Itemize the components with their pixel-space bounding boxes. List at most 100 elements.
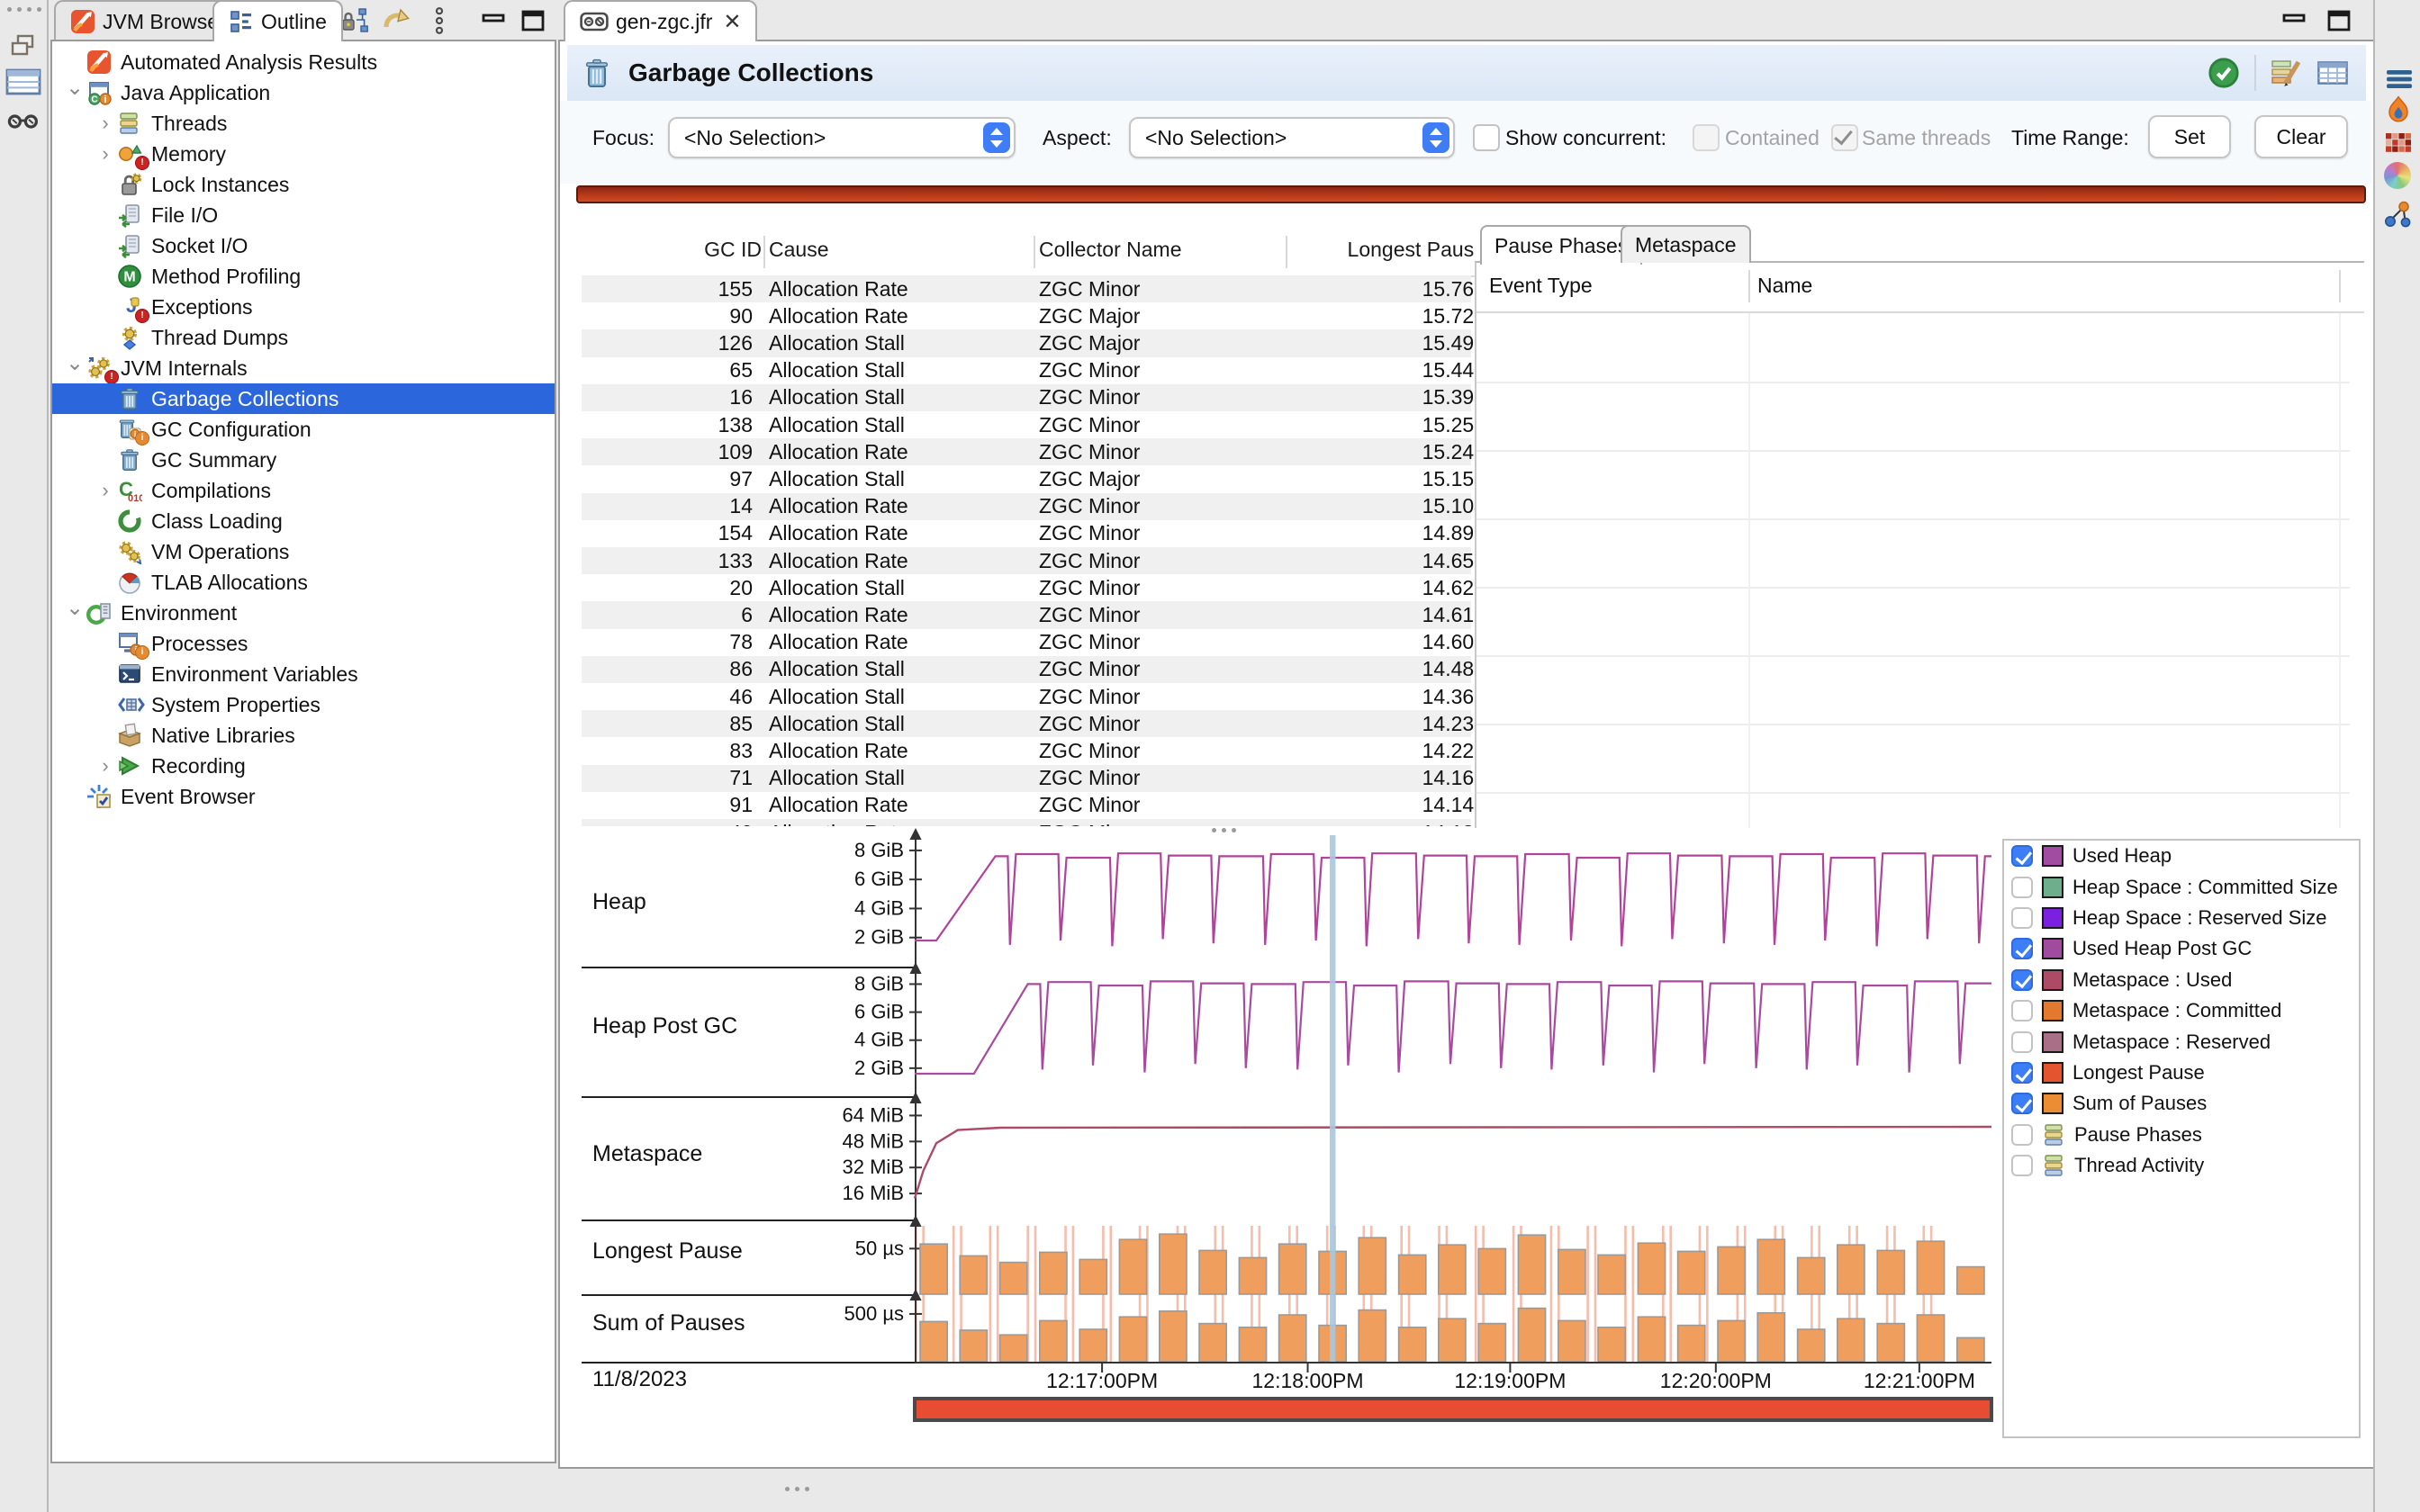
- set-button[interactable]: Set: [2148, 115, 2231, 158]
- tree-item-recording[interactable]: ›Recording: [52, 751, 555, 781]
- bottom-splitter-handle[interactable]: [785, 1487, 809, 1491]
- gc-table-row[interactable]: 86Allocation StallZGC Minor14.482: [582, 656, 1471, 683]
- color-wheel-icon[interactable]: [2384, 162, 2411, 189]
- show-concurrent-checkbox[interactable]: [1473, 124, 1500, 151]
- gc-table-row[interactable]: 20Allocation StallZGC Minor14.620: [582, 574, 1471, 601]
- tree-item-environment[interactable]: ⌄Environment: [52, 598, 555, 628]
- table-settings-icon[interactable]: [2317, 61, 2348, 85]
- tree-item-environment-variables[interactable]: Environment Variables: [52, 659, 555, 689]
- tree-item-class-loading[interactable]: Class Loading: [52, 506, 555, 536]
- tree-item-lock-instances[interactable]: Lock Instances: [52, 169, 555, 200]
- tree-item-processes[interactable]: iiProcesses: [52, 628, 555, 659]
- gc-table-row[interactable]: 85Allocation StallZGC Minor14.239: [582, 710, 1471, 737]
- rules-edit-icon[interactable]: [2271, 58, 2303, 87]
- collapse-arrow-icon[interactable]: [380, 5, 412, 36]
- time-range-slider[interactable]: [576, 185, 2366, 203]
- gc-table-row[interactable]: 97Allocation StallZGC Major15.156: [582, 465, 1471, 492]
- minimize-editor-icon[interactable]: [2278, 5, 2310, 36]
- gc-table-header[interactable]: GC ID Cause Collector Name Longest Pause: [582, 229, 1475, 277]
- clear-button[interactable]: Clear: [2254, 115, 2348, 158]
- legend-checkbox[interactable]: [2011, 1000, 2033, 1022]
- chevron-closed-icon[interactable]: ›: [94, 142, 117, 166]
- heatmap-icon[interactable]: [2386, 133, 2411, 153]
- menu-lines-icon[interactable]: [2386, 68, 2413, 90]
- chevron-open-icon[interactable]: ⌄: [63, 595, 86, 621]
- gc-table-row[interactable]: 78Allocation RateZGC Minor14.608: [582, 629, 1471, 656]
- flight-recording-glasses-icon[interactable]: [7, 112, 40, 131]
- tree-item-tlab-allocations[interactable]: TLAB Allocations: [52, 567, 555, 598]
- chevron-open-icon[interactable]: ⌄: [63, 350, 86, 376]
- chevron-closed-icon[interactable]: ›: [94, 754, 117, 778]
- gc-table-row[interactable]: 6Allocation RateZGC Minor14.617: [582, 601, 1471, 628]
- gc-table-row[interactable]: 155Allocation RateZGC Minor15.766: [582, 275, 1471, 302]
- chevron-closed-icon[interactable]: ›: [94, 479, 117, 502]
- gc-table-row[interactable]: 40Allocation RateZGC Minor14.132: [582, 819, 1471, 826]
- col-gc-id[interactable]: GC ID: [704, 238, 762, 262]
- chevron-closed-icon[interactable]: ›: [94, 112, 117, 135]
- gc-table-row[interactable]: 71Allocation StallZGC Minor14.161: [582, 765, 1471, 792]
- tree-item-socket-i-o[interactable]: Socket I/O: [52, 230, 555, 261]
- minimize-view-icon[interactable]: [477, 5, 510, 36]
- legend-checkbox[interactable]: [2011, 1062, 2033, 1084]
- gc-table-row[interactable]: 154Allocation RateZGC Minor14.890: [582, 520, 1471, 547]
- tab-pause-phases[interactable]: Pause Phases: [1480, 225, 1642, 265]
- col-name[interactable]: Name: [1757, 274, 1812, 298]
- legend-checkbox[interactable]: [2011, 1155, 2033, 1176]
- gc-table-row[interactable]: 91Allocation RateZGC Minor14.147: [582, 792, 1471, 819]
- view-menu-kebab-icon[interactable]: [423, 5, 456, 36]
- legend-checkbox[interactable]: [2011, 845, 2033, 867]
- tree-item-vm-operations[interactable]: VM Operations: [52, 536, 555, 567]
- editor-tab-gen-zgc[interactable]: gen-zgc.jfr ✕: [564, 0, 757, 41]
- aspect-select[interactable]: <No Selection>: [1129, 117, 1455, 158]
- gc-table-row[interactable]: 126Allocation StallZGC Major15.491: [582, 329, 1471, 356]
- gc-table-row[interactable]: 109Allocation RateZGC Minor15.240: [582, 438, 1471, 465]
- close-tab-icon[interactable]: ✕: [723, 9, 741, 35]
- tree-item-method-profiling[interactable]: MMethod Profiling: [52, 261, 555, 292]
- pause-phases-header[interactable]: Event Type Name: [1476, 263, 2364, 313]
- focus-select[interactable]: <No Selection>: [668, 117, 1016, 158]
- legend-checkbox[interactable]: [2011, 1031, 2033, 1053]
- chevron-open-icon[interactable]: ⌄: [63, 75, 86, 101]
- gc-table-row[interactable]: 90Allocation RateZGC Major15.726: [582, 302, 1471, 329]
- tree-item-garbage-collections[interactable]: Garbage Collections: [52, 383, 555, 414]
- gc-table-row[interactable]: 16Allocation StallZGC Minor15.397: [582, 384, 1471, 411]
- gc-table-row[interactable]: 138Allocation StallZGC Minor15.255: [582, 411, 1471, 438]
- tree-item-threads[interactable]: ›Threads: [52, 108, 555, 139]
- dependency-graph-icon[interactable]: [2384, 200, 2413, 229]
- legend-checkbox[interactable]: [2011, 907, 2033, 929]
- col-event-type[interactable]: Event Type: [1489, 274, 1593, 298]
- legend-checkbox[interactable]: [2011, 877, 2033, 898]
- tree-item-gc-configuration[interactable]: iiGC Configuration: [52, 414, 555, 445]
- flame-graph-icon[interactable]: [2384, 95, 2413, 126]
- col-collector-name[interactable]: Collector Name: [1039, 238, 1182, 262]
- gc-table-row[interactable]: 46Allocation StallZGC Minor14.363: [582, 683, 1471, 710]
- tree-item-thread-dumps[interactable]: Thread Dumps: [52, 322, 555, 353]
- col-longest-pause[interactable]: Longest Pause: [1291, 238, 1475, 262]
- tree-item-compilations[interactable]: ›C010Compilations: [52, 475, 555, 506]
- lock-tree-icon[interactable]: [339, 5, 371, 36]
- result-ok-icon[interactable]: [2208, 57, 2240, 89]
- tree-item-java-application[interactable]: ⌄CiJava Application: [52, 77, 555, 108]
- legend-checkbox[interactable]: [2011, 1124, 2033, 1146]
- tree-item-memory[interactable]: ›!Memory: [52, 139, 555, 169]
- tree-item-jvm-internals[interactable]: ⌄!JVM Internals: [52, 353, 555, 383]
- tree-item-exceptions[interactable]: J!Exceptions: [52, 292, 555, 322]
- col-cause[interactable]: Cause: [769, 238, 828, 262]
- maximize-editor-icon[interactable]: [2323, 5, 2355, 36]
- legend-checkbox[interactable]: [2011, 938, 2033, 959]
- maximize-view-icon[interactable]: [517, 5, 549, 36]
- table-view-icon[interactable]: [5, 68, 41, 97]
- tab-outline[interactable]: Outline: [212, 0, 343, 41]
- tree-item-system-properties[interactable]: System Properties: [52, 689, 555, 720]
- gc-table-row[interactable]: 133Allocation RateZGC Minor14.652: [582, 547, 1471, 574]
- legend-checkbox[interactable]: [2011, 969, 2033, 991]
- tree-item-automated-analysis-results[interactable]: Automated Analysis Results: [52, 47, 555, 77]
- tree-item-file-i-o[interactable]: File I/O: [52, 200, 555, 230]
- tree-item-native-libraries[interactable]: Native Libraries: [52, 720, 555, 751]
- tree-item-gc-summary[interactable]: GC Summary: [52, 445, 555, 475]
- gc-table-row[interactable]: 65Allocation StallZGC Minor15.442: [582, 357, 1471, 384]
- restore-window-icon[interactable]: [9, 32, 36, 59]
- gc-table-row[interactable]: 83Allocation RateZGC Minor14.228: [582, 737, 1471, 764]
- gc-table-row[interactable]: 14Allocation RateZGC Minor15.104: [582, 493, 1471, 520]
- tab-metaspace[interactable]: Metaspace: [1621, 225, 1751, 263]
